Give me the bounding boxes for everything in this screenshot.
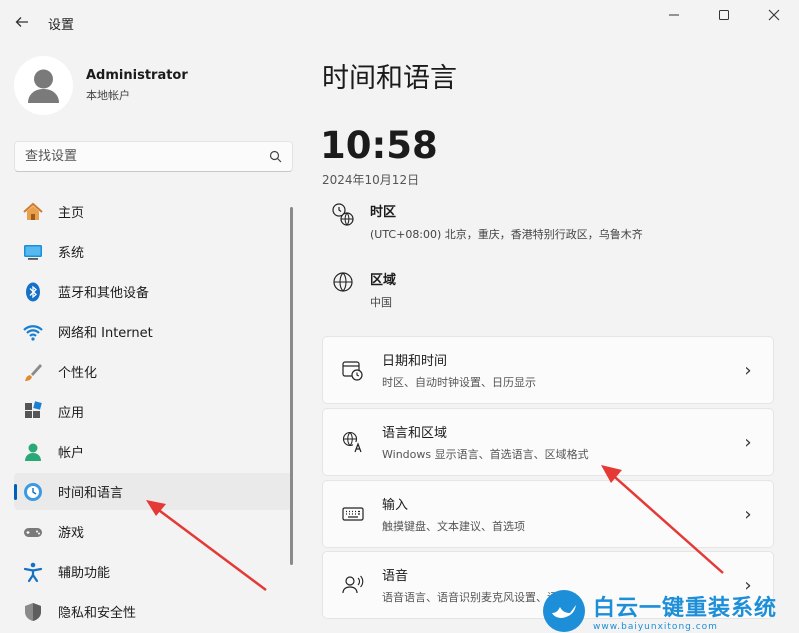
sidebar-item-system[interactable]: 系统 [14, 233, 292, 270]
timezone-title: 时区 [370, 205, 397, 220]
profile-card[interactable]: Administrator 本地帐户 [14, 56, 188, 115]
watermark-name: 白云一键重装系统 [593, 595, 778, 621]
shield-icon [22, 601, 44, 623]
timezone-info: 时区 (UTC+08:00) 北京，重庆，香港特别行政区，乌鲁木齐 [330, 201, 643, 242]
sidebar-item-time-language[interactable]: 时间和语言 [14, 473, 292, 510]
accessibility-icon [22, 561, 44, 583]
sidebar-item-personalization[interactable]: 个性化 [14, 353, 292, 390]
chevron-right-icon: › [744, 359, 752, 381]
sidebar-nav: 主页 系统 蓝牙和其他设备 网络和 Internet 个性化 应用 帐户 时间和… [14, 193, 292, 633]
region-info: 区域 中国 [330, 269, 396, 310]
search-icon[interactable] [269, 150, 282, 163]
profile-account-type: 本地帐户 [86, 89, 130, 102]
keyboard-icon [341, 502, 365, 526]
sidebar-item-accounts[interactable]: 帐户 [14, 433, 292, 470]
chevron-right-icon: › [744, 431, 752, 453]
sidebar-item-network[interactable]: 网络和 Internet [14, 313, 292, 350]
speech-icon [341, 573, 365, 597]
avatar [14, 56, 73, 115]
arrow-left-icon [15, 17, 28, 27]
apps-icon [22, 400, 44, 423]
language-region-card[interactable]: 语言和区域 Windows 显示语言、首选语言、区域格式 › [322, 408, 774, 476]
sidebar-item-bluetooth[interactable]: 蓝牙和其他设备 [14, 273, 292, 310]
watermark-url: www.baiyunxitong.com [593, 621, 718, 632]
date-time-card[interactable]: 日期和时间 时区、自动时钟设置、日历显示 › [322, 336, 774, 404]
current-date: 2024年10月12日 [322, 173, 420, 187]
sidebar-item-apps[interactable]: 应用 [14, 393, 292, 430]
globe-clock-outline-icon [330, 201, 356, 227]
globe-clock-icon [22, 481, 44, 503]
bluetooth-icon [22, 281, 44, 303]
region-value: 中国 [370, 296, 392, 309]
bird-logo-icon [543, 589, 585, 632]
title-bar: 设置 [0, 0, 799, 46]
window-controls [649, 0, 799, 30]
sidebar-item-privacy[interactable]: 隐私和安全性 [14, 593, 292, 630]
sidebar-item-gaming[interactable]: 游戏 [14, 513, 292, 550]
chevron-right-icon: › [744, 503, 752, 525]
current-time: 10:58 [320, 124, 438, 167]
back-button[interactable] [10, 10, 34, 34]
calendar-clock-icon [341, 358, 365, 382]
minimize-icon [669, 14, 679, 16]
watermark: 白云一键重装系统 www.baiyunxitong.com [543, 588, 795, 633]
close-button[interactable] [749, 0, 799, 30]
search-input[interactable] [25, 149, 269, 164]
monitor-icon [22, 241, 44, 263]
sidebar-item-home[interactable]: 主页 [14, 193, 292, 230]
maximize-icon [719, 10, 729, 20]
region-title: 区域 [370, 273, 397, 288]
gamepad-icon [22, 521, 44, 543]
person-icon [22, 441, 44, 463]
language-icon [341, 430, 365, 454]
app-title: 设置 [48, 18, 75, 33]
sidebar-item-accessibility[interactable]: 辅助功能 [14, 553, 292, 590]
wifi-icon [22, 321, 44, 343]
home-icon [22, 201, 44, 223]
user-icon [28, 69, 59, 103]
close-icon [768, 9, 780, 21]
input-card[interactable]: 输入 触摸键盘、文本建议、首选项 › [322, 480, 774, 548]
sidebar-scrollbar[interactable] [290, 207, 293, 565]
search-box[interactable] [14, 141, 293, 172]
page-title: 时间和语言 [322, 63, 457, 94]
profile-name: Administrator [86, 68, 188, 83]
globe-icon [330, 269, 356, 295]
minimize-button[interactable] [649, 0, 699, 30]
timezone-value: (UTC+08:00) 北京，重庆，香港特别行政区，乌鲁木齐 [370, 228, 643, 241]
brush-icon [22, 361, 44, 383]
maximize-button[interactable] [699, 0, 749, 30]
